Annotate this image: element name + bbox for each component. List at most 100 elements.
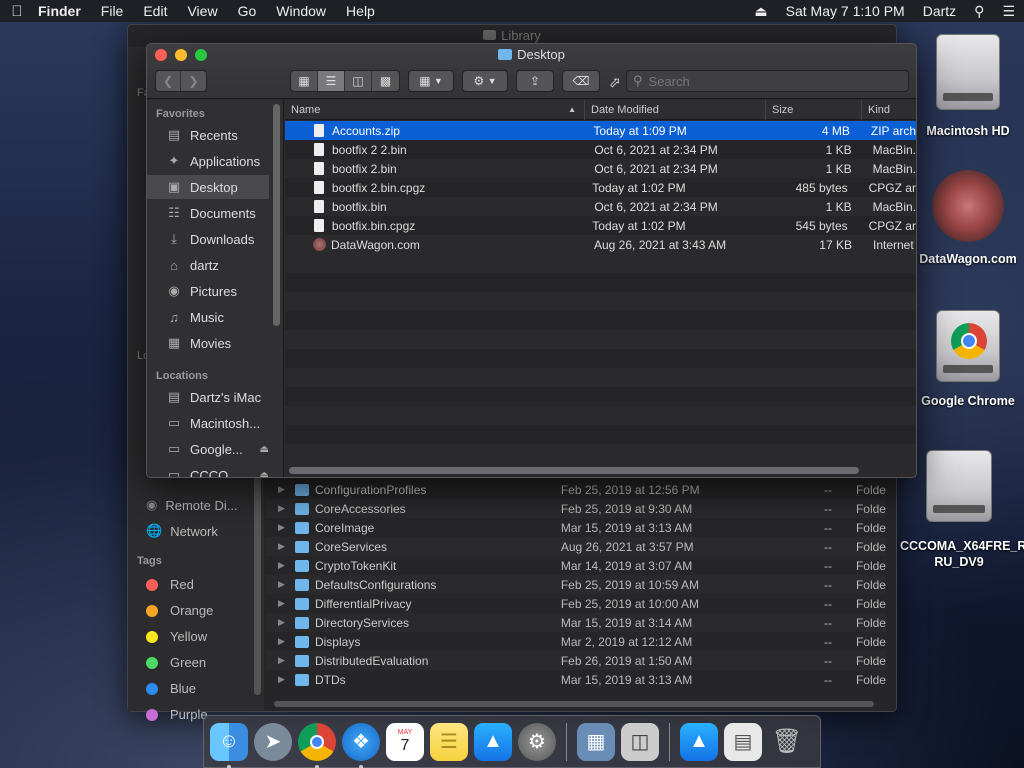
share-button[interactable]: ⇪ — [516, 70, 554, 92]
dock-applications-folder[interactable]: ▲ — [680, 722, 718, 761]
menu-file[interactable]: File — [91, 3, 134, 19]
list-item[interactable]: ▶ CoreImage Mar 15, 2019 at 3:13 AM -- Folde — [266, 518, 886, 537]
dock-notes[interactable]: ☰ — [430, 722, 468, 761]
column-size[interactable]: Size — [766, 99, 862, 120]
gallery-view-button[interactable]: ▩ — [372, 71, 399, 91]
column-kind[interactable]: Kind — [862, 100, 890, 120]
list-item[interactable]: ▶ CoreAccessories Feb 25, 2019 at 9:30 AM -… — [266, 499, 886, 518]
spotlight-icon[interactable]: ⚲ — [965, 3, 993, 20]
sidebar-item-network[interactable]: 🌐 Network — [146, 523, 218, 539]
dock-archive-utility[interactable]: ◫ — [621, 722, 659, 761]
dock-document[interactable]: ▤ — [724, 722, 762, 761]
sidebar-item-recents[interactable]: ▤ Recents — [147, 123, 269, 147]
dock-chrome[interactable] — [298, 722, 336, 768]
sidebar-tag-purple[interactable]: Purple — [146, 707, 208, 722]
sidebar-item-macintosh-hd[interactable]: ▭ Macintosh... — [147, 411, 269, 435]
file-row[interactable]: Accounts.zip Today at 1:09 PM 4 MB ZIP arch — [285, 121, 916, 140]
sidebar-tag-green[interactable]: Green — [146, 655, 206, 670]
sidebar-item-applications[interactable]: ✦ Applications — [147, 149, 269, 173]
list-item[interactable]: ▶ DifferentialPrivacy Feb 25, 2019 at 10:0… — [266, 594, 886, 613]
menu-view[interactable]: View — [177, 3, 227, 19]
sidebar-item-downloads[interactable]: ⤓ Downloads — [147, 227, 269, 251]
dock-calendar[interactable]: MAY 7 — [386, 722, 424, 761]
menu-go[interactable]: Go — [228, 3, 267, 19]
dock-system-preferences[interactable]: ⚙ — [518, 722, 556, 761]
sidebar-item-desktop[interactable]: ▣ Desktop — [147, 175, 269, 199]
sidebar-item-google[interactable]: ▭ Google... ⏏ — [147, 437, 269, 461]
sidebar-tag-blue[interactable]: Blue — [146, 681, 196, 696]
file-row[interactable]: DataWagon.com Aug 26, 2021 at 3:43 AM 17 K… — [285, 235, 916, 254]
file-row[interactable]: bootfix 2.bin Oct 6, 2021 at 2:34 PM 1 KB M… — [285, 159, 916, 178]
eject-menu-icon[interactable]: ⏏ — [745, 3, 776, 20]
sidebar-tag-orange[interactable]: Orange — [146, 603, 213, 618]
list-item[interactable]: ▶ DTDs Mar 15, 2019 at 3:13 AM -- Folde — [266, 670, 886, 689]
column-date-modified[interactable]: Date Modified — [585, 99, 766, 120]
file-row[interactable]: bootfix.bin.cpgz Today at 1:02 PM 545 byte… — [285, 216, 916, 235]
menu-app-finder[interactable]: Finder — [34, 3, 91, 19]
menu-user[interactable]: Dartz — [914, 3, 965, 19]
dock-trash[interactable]: 🗑 — [768, 723, 806, 761]
list-item[interactable]: ▶ CryptoTokenKit Mar 14, 2019 at 3:07 AM --… — [266, 556, 886, 575]
menu-window[interactable]: Window — [266, 3, 336, 19]
search-input[interactable] — [648, 73, 849, 89]
sidebar-item-imac[interactable]: ▤ Dartz's iMac — [147, 385, 269, 409]
column-name[interactable]: Name ▲ — [285, 99, 585, 120]
sidebar-item-home[interactable]: ⌂ dartz — [147, 253, 269, 277]
sidebar-tag-yellow[interactable]: Yellow — [146, 629, 207, 644]
disclosure-triangle-icon[interactable]: ▶ — [274, 674, 289, 685]
sidebar-item-documents[interactable]: ☷ Documents — [147, 201, 269, 225]
disclosure-triangle-icon[interactable]: ▶ — [274, 636, 289, 647]
list-view-button[interactable]: ☰ — [318, 71, 345, 91]
sidebar-item-movies[interactable]: ▦ Movies — [147, 331, 269, 355]
disclosure-triangle-icon[interactable]: ▶ — [274, 617, 289, 628]
notification-center-icon[interactable]: ☰ — [993, 3, 1024, 20]
dock-safari[interactable]: ❖ — [342, 722, 380, 768]
dock-app-store[interactable]: ▲ — [474, 722, 512, 761]
list-item[interactable]: ▶ Displays Mar 2, 2019 at 12:12 AM -- Folde — [266, 632, 886, 651]
tags-button[interactable]: ⌫ — [562, 70, 600, 92]
file-row[interactable]: bootfix.bin Oct 6, 2021 at 2:34 PM 1 KB Mac… — [285, 197, 916, 216]
file-row[interactable]: bootfix 2 2.bin Oct 6, 2021 at 2:34 PM 1 K… — [285, 140, 916, 159]
sidebar-item-cccoma[interactable]: ▭ CCCO... ⏏ — [147, 463, 269, 478]
desktop-icon-google-chrome[interactable]: Google Chrome — [914, 310, 1022, 408]
list-item[interactable]: ▶ DistributedEvaluation Feb 26, 2019 at 1:… — [266, 651, 886, 670]
sidebar-scrollbar[interactable] — [273, 104, 280, 326]
disclosure-triangle-icon[interactable]: ▶ — [274, 579, 289, 590]
disclosure-triangle-icon[interactable]: ▶ — [274, 598, 289, 609]
dock-launchpad[interactable]: ➤ — [254, 722, 292, 761]
eject-icon[interactable]: ⏏ — [260, 470, 269, 478]
disclosure-triangle-icon[interactable]: ▶ — [274, 541, 289, 552]
dock-preview[interactable]: ▦ — [577, 722, 615, 761]
disclosure-triangle-icon[interactable]: ▶ — [274, 560, 289, 571]
list-item[interactable]: ▶ DefaultsConfigurations Feb 25, 2019 at 1… — [266, 575, 886, 594]
horizontal-scrollbar[interactable] — [289, 467, 859, 474]
sidebar-tag-red[interactable]: Red — [146, 577, 194, 592]
desktop-icon-datawagon[interactable]: DataWagon.com — [914, 170, 1022, 266]
apple-menu-icon[interactable]:  — [0, 3, 34, 20]
list-item[interactable]: ▶ DirectoryServices Mar 15, 2019 at 3:14 A… — [266, 613, 886, 632]
sidebar-item-pictures[interactable]: ◉ Pictures — [147, 279, 269, 303]
disclosure-triangle-icon[interactable]: ▶ — [274, 503, 289, 514]
disclosure-triangle-icon[interactable]: ▶ — [274, 655, 289, 666]
group-button[interactable]: ▦ ▼ — [408, 70, 454, 92]
dock-finder[interactable]: ☺ — [210, 722, 248, 768]
disclosure-triangle-icon[interactable]: ▶ — [274, 484, 289, 495]
list-item[interactable]: ▶ CoreServices Aug 26, 2021 at 3:57 PM -- Fo… — [266, 537, 886, 556]
desktop-icon-macintosh-hd[interactable]: Macintosh HD — [914, 34, 1022, 138]
file-row[interactable]: bootfix 2.bin.cpgz Today at 1:02 PM 485 by… — [285, 178, 916, 197]
menu-clock[interactable]: Sat May 7 1:10 PM — [777, 3, 914, 19]
column-view-button[interactable]: ◫ — [345, 71, 372, 91]
sidebar-scrollbar[interactable] — [254, 475, 261, 695]
menu-edit[interactable]: Edit — [133, 3, 177, 19]
icon-view-button[interactable]: ▦ — [291, 71, 318, 91]
menu-help[interactable]: Help — [336, 3, 385, 19]
search-field[interactable]: ⚲ — [626, 70, 909, 92]
list-item[interactable]: ▶ ConfigurationProfiles Feb 25, 2019 at 12… — [266, 480, 886, 499]
eject-icon[interactable]: ⏏ — [260, 444, 269, 455]
horizontal-scrollbar[interactable] — [274, 701, 874, 707]
disclosure-triangle-icon[interactable]: ▶ — [274, 522, 289, 533]
sidebar-item-music[interactable]: ♫ Music — [147, 305, 269, 329]
desktop-icon-cccoma[interactable]: CCCOMA_X64FRE_RU-RU_DV9 — [900, 450, 1024, 570]
back-button[interactable]: ❮ — [156, 71, 181, 91]
sidebar-item-remote-disc[interactable]: ◉ Remote Di... — [146, 497, 238, 513]
